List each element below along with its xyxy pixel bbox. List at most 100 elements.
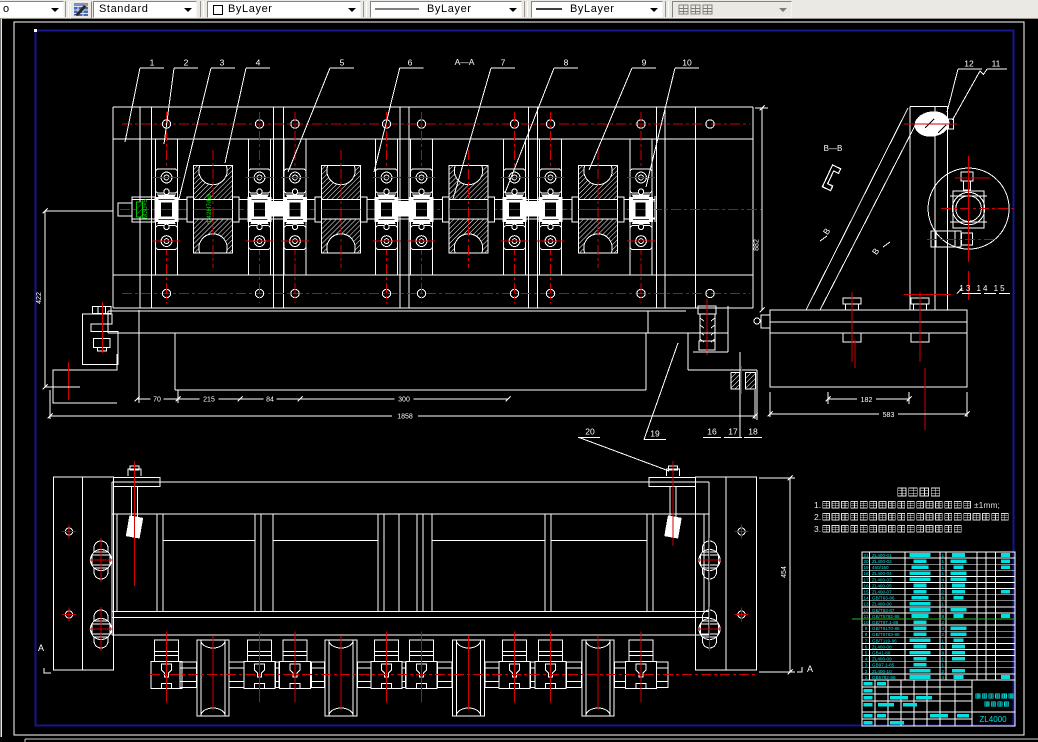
svg-text:ZL400-05: ZL400-05 [872,583,892,588]
svg-text:ZL4000: ZL4000 [979,715,1007,724]
svg-text:1: 1 [150,58,155,68]
svg-text:GB/T97.1-85: GB/T97.1-85 [872,620,899,625]
svg-text:ZL400-01: ZL400-01 [872,553,892,558]
svg-text:13: 13 [863,602,869,607]
svg-text:20: 20 [585,427,595,437]
svg-text:6: 6 [865,644,868,649]
svg-text:19: 19 [863,565,869,570]
svg-text:1.: 1. [814,500,821,510]
svg-text:7: 7 [501,58,506,68]
svg-text:20: 20 [863,559,869,564]
svg-text:16: 16 [863,583,869,588]
svg-text:7: 7 [865,638,868,643]
svg-text:17: 17 [863,577,869,582]
svg-text:1: 1 [942,559,945,564]
svg-text:3: 3 [865,663,868,668]
svg-text:Φ42H7/h6: Φ42H7/h6 [206,194,213,224]
svg-text:1: 1 [865,675,868,680]
svg-text:GB97.1-85: GB97.1-85 [872,663,895,668]
svg-text:5: 5 [340,58,345,68]
svg-text:215: 215 [203,397,215,404]
svg-text:8: 8 [942,614,945,619]
svg-text:4: 4 [942,577,945,582]
svg-text:B—B: B—B [824,144,843,153]
svg-text:GB/T119-86: GB/T119-86 [872,638,897,643]
svg-text:17: 17 [728,427,738,437]
svg-text:ZL400-08: ZL400-08 [872,644,892,649]
svg-text:18: 18 [748,427,758,437]
svg-text:GB41-86: GB41-86 [872,650,891,655]
svg-text:16: 16 [707,427,717,437]
svg-text:2: 2 [942,608,945,613]
svg-text:12: 12 [863,608,869,613]
svg-text:ZL400-10: ZL400-10 [872,669,892,674]
svg-text:ZL400-04: ZL400-04 [872,571,892,576]
svg-text:GB/T93-87: GB/T93-87 [872,608,895,613]
svg-text:3: 3 [220,58,225,68]
svg-text:11: 11 [864,614,869,619]
svg-text:11: 11 [992,59,1001,69]
svg-text:8: 8 [942,596,945,601]
svg-text:6: 6 [408,58,413,68]
svg-text:A: A [38,643,44,653]
svg-text:14: 14 [863,596,869,601]
svg-text:300: 300 [398,397,410,404]
svg-text:±1mm;: ±1mm; [974,500,1000,510]
svg-text:13 14 15: 13 14 15 [959,284,1006,293]
svg-text:GB/T6170-86: GB/T6170-86 [872,626,900,631]
svg-text:8: 8 [942,650,945,655]
svg-text:15: 15 [863,590,869,595]
svg-text:450/150: 450/150 [872,565,889,570]
svg-text:2: 2 [942,590,945,595]
svg-text:ZL400-06: ZL400-06 [872,602,892,607]
svg-text:3.: 3. [814,524,821,534]
svg-text:12: 12 [964,59,974,69]
svg-text:9: 9 [865,626,868,631]
svg-text:1: 1 [942,644,945,649]
svg-text:2: 2 [184,58,189,68]
svg-text:18: 18 [863,571,869,576]
svg-text:4: 4 [942,675,945,680]
svg-text:70: 70 [153,397,161,404]
svg-text:1: 1 [942,638,945,643]
svg-text:A: A [807,664,813,674]
svg-text:2: 2 [942,669,945,674]
svg-text:454: 454 [781,566,788,578]
svg-text:ZL400-09: ZL400-09 [872,657,892,662]
svg-text:1: 1 [942,565,945,570]
svg-text:2: 2 [865,669,868,674]
svg-text:84: 84 [266,397,274,404]
svg-text:21: 21 [863,553,869,558]
svg-text:9: 9 [642,58,647,68]
svg-text:4: 4 [942,626,945,631]
svg-text:583: 583 [883,412,895,419]
svg-text:182: 182 [861,397,873,404]
svg-text:4: 4 [865,657,868,662]
svg-text:2.: 2. [814,512,821,522]
svg-text:GB5782-86: GB5782-86 [872,675,896,680]
svg-text:422: 422 [36,292,43,304]
svg-text:A—A: A—A [455,57,475,67]
svg-text:1858: 1858 [397,414,413,421]
svg-text:GB/T5782-86: GB/T5782-86 [872,614,900,619]
svg-text:882: 882 [754,239,761,251]
svg-text:19: 19 [650,429,660,439]
svg-text:1: 1 [942,663,945,668]
svg-text:ZL400-07: ZL400-07 [872,590,892,595]
svg-text:10: 10 [682,58,692,68]
svg-text:1: 1 [942,553,945,558]
svg-text:1: 1 [942,583,945,588]
svg-text:GB/T63-86: GB/T63-86 [872,596,895,601]
svg-text:ZL400-03: ZL400-03 [872,577,892,582]
svg-text:5: 5 [865,650,868,655]
svg-text:ZL400-02: ZL400-02 [872,559,892,564]
svg-text:1: 1 [942,571,945,576]
svg-text:1: 1 [942,657,945,662]
svg-text:10: 10 [863,620,869,625]
svg-text:8: 8 [564,58,569,68]
svg-text:8: 8 [865,632,868,637]
svg-text:M30×5: M30×5 [142,199,149,219]
svg-text:1: 1 [942,602,945,607]
svg-text:2: 2 [942,620,945,625]
svg-text:4: 4 [256,58,261,68]
